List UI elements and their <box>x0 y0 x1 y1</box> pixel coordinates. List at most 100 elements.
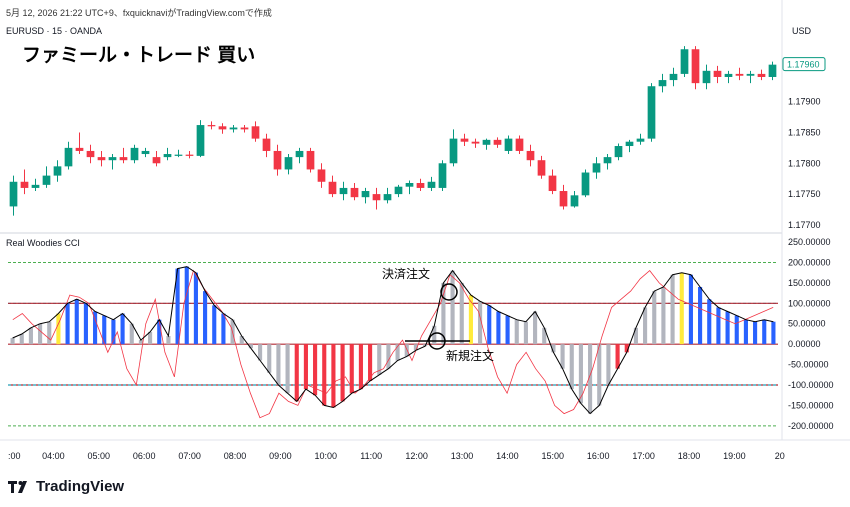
time-tick-label: 18:00 <box>678 451 701 461</box>
brand-name: TradingView <box>36 478 125 495</box>
cci-tick-label: 150.00000 <box>788 278 831 288</box>
candle-body <box>251 126 260 139</box>
cci-line <box>12 266 774 415</box>
candle-body <box>625 141 634 147</box>
time-tick-label: 08:00 <box>224 451 247 461</box>
candle-body <box>97 157 106 161</box>
strategy-title: ファミール・トレード 買い <box>22 45 256 66</box>
candle-body <box>86 150 95 158</box>
time-tick-label: :00 <box>8 451 21 461</box>
entry-order-label: 新規注文 <box>446 348 494 363</box>
candle-body <box>482 139 491 145</box>
time-tick-label: 16:00 <box>587 451 610 461</box>
price-tick-label: 1.17850 <box>788 127 821 137</box>
price-axis[interactable]: 1.17700 1.17750 1.17800 1.17850 1.17900 1.179… <box>782 57 826 230</box>
candle-body <box>273 150 282 170</box>
candle-body <box>680 49 689 74</box>
candle-body <box>218 126 227 130</box>
time-tick-label: 14:00 <box>496 451 519 461</box>
candle-body <box>669 73 678 81</box>
last-price-label: 1.17960 <box>787 60 820 70</box>
cci-tick-label: 250.00000 <box>788 237 831 247</box>
candle-body <box>108 157 117 161</box>
cci-axis[interactable]: -200.00000 -150.00000 -100.00000 -50.00000 0… <box>788 237 834 431</box>
candle-body <box>559 191 568 207</box>
candle-body <box>537 160 546 176</box>
time-tick-label: 20 <box>775 451 785 461</box>
candle-body <box>515 138 524 151</box>
price-tick-label: 1.17900 <box>788 97 821 107</box>
candle-body <box>504 138 513 151</box>
candle-body <box>42 175 51 185</box>
candle-body <box>119 157 128 161</box>
time-tick-label: 10:00 <box>315 451 338 461</box>
indicator-legend[interactable]: Real Woodies CCI <box>6 238 80 248</box>
candle-body <box>207 125 216 127</box>
candle-body <box>196 125 205 156</box>
cci-tick-label: -50.00000 <box>788 360 829 370</box>
candle-body <box>141 150 150 155</box>
candle-body <box>383 194 392 201</box>
tradingview-brand[interactable]: TradingView <box>8 478 124 495</box>
symbol-legend[interactable]: EURUSD · 15 · OANDA <box>6 26 102 36</box>
candle-body <box>592 163 601 173</box>
candle-body <box>713 70 722 77</box>
candle-body <box>405 183 414 187</box>
exit-order-label: 決済注文 <box>382 266 430 281</box>
candle-body <box>570 195 579 207</box>
time-tick-label: 15:00 <box>542 451 565 461</box>
candle-body <box>394 186 403 195</box>
candle-body <box>526 150 535 161</box>
candle-body <box>152 157 161 164</box>
candle-body <box>768 64 777 77</box>
candle-body <box>581 172 590 196</box>
time-tick-label: 12:00 <box>405 451 428 461</box>
time-tick-label: 13:00 <box>451 451 474 461</box>
time-tick-label: 17:00 <box>632 451 655 461</box>
candle-body <box>284 157 293 170</box>
time-tick-label: 06:00 <box>133 451 156 461</box>
time-tick-label: 11:00 <box>360 451 382 461</box>
candle-body <box>20 181 29 188</box>
candle-body <box>262 138 271 151</box>
candle-body <box>449 138 458 164</box>
candle-body <box>614 146 623 158</box>
candle-body <box>306 150 315 170</box>
candle-body <box>328 181 337 195</box>
export-timestamp: 5月 12, 2026 21:22 UTC+9、fxquicknaviがTrad… <box>6 8 272 18</box>
candle-body <box>427 181 436 188</box>
candle-body <box>438 163 447 188</box>
time-tick-label: 19:00 <box>723 451 746 461</box>
candle-body <box>735 73 744 76</box>
candle-body <box>372 194 381 201</box>
time-axis[interactable]: :00 04:00 05:00 06:00 07:00 08:00 09:00 10:00 11… <box>8 451 785 461</box>
candle-body <box>548 175 557 192</box>
candle-body <box>493 139 502 145</box>
candle-body <box>64 147 73 167</box>
cci-tick-label: 200.00000 <box>788 257 831 267</box>
cci-tick-label: 0.00000 <box>788 339 821 349</box>
chart-canvas[interactable]: 1.17700 1.17750 1.17800 1.17850 1.17900 1.179… <box>0 0 850 507</box>
time-tick-label: 07:00 <box>178 451 201 461</box>
candle-body <box>53 166 62 176</box>
time-tick-label: 04:00 <box>42 451 65 461</box>
candle-body <box>174 154 183 156</box>
candle-body <box>9 181 18 207</box>
candle-body <box>185 154 194 156</box>
cci-tick-label: -200.00000 <box>788 421 834 431</box>
cci-lines <box>12 266 774 419</box>
candle-body <box>350 187 359 198</box>
price-tick-label: 1.17750 <box>788 189 821 199</box>
cci-tick-label: -100.00000 <box>788 380 834 390</box>
candle-body <box>416 183 425 188</box>
candle-body <box>746 73 755 76</box>
candle-body <box>229 127 238 130</box>
candle-body <box>130 147 139 161</box>
candle-body <box>691 49 700 84</box>
candle-body <box>75 147 84 151</box>
candle-body <box>636 138 645 142</box>
candle-body <box>31 184 40 188</box>
candle-body <box>702 70 711 84</box>
cci-tick-label: -150.00000 <box>788 400 834 410</box>
candle-body <box>460 138 469 142</box>
